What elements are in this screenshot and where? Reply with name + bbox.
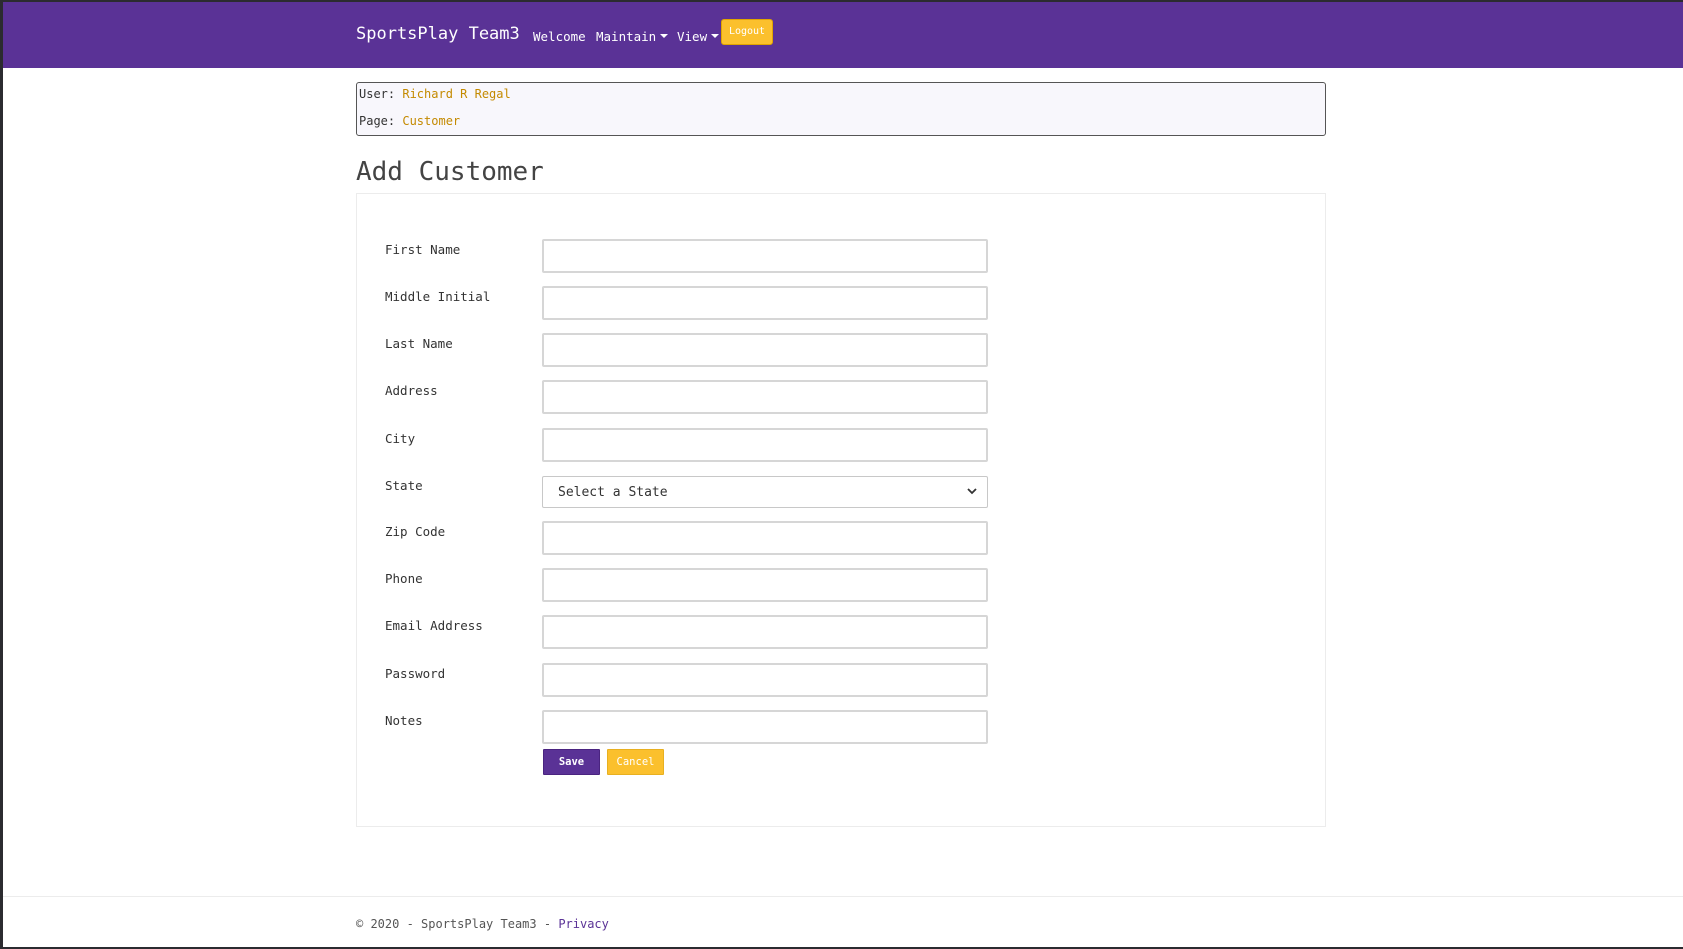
user-value: Richard R Regal	[402, 87, 511, 101]
footer: © 2020 - SportsPlay Team3 - Privacy	[356, 917, 609, 931]
app-window: SportsPlay Team3 Welcome Maintain View L…	[3, 2, 1683, 947]
footer-divider	[3, 896, 1683, 897]
last-name-label: Last Name	[385, 336, 453, 351]
cancel-button[interactable]: Cancel	[607, 749, 664, 775]
notes-label: Notes	[385, 713, 423, 728]
footer-copyright: © 2020 - SportsPlay Team3 -	[356, 917, 552, 931]
address-label: Address	[385, 383, 438, 398]
state-label: State	[385, 478, 423, 493]
password-input[interactable]	[542, 663, 988, 697]
logout-button[interactable]: Logout	[721, 19, 773, 45]
privacy-link[interactable]: Privacy	[558, 917, 609, 931]
nav-maintain-dropdown[interactable]: Maintain	[596, 29, 669, 44]
nav-maintain-label: Maintain	[596, 29, 657, 44]
chevron-down-icon	[967, 488, 977, 495]
middle-initial-input[interactable]	[542, 286, 988, 320]
session-info-box: User: Richard R Regal Page: Customer	[356, 82, 1326, 136]
state-select-value: Select a State	[558, 485, 668, 500]
zip-code-label: Zip Code	[385, 524, 446, 539]
first-name-label: First Name	[385, 242, 461, 257]
address-input[interactable]	[542, 380, 988, 414]
page-title: Add Customer	[356, 157, 544, 187]
password-label: Password	[385, 666, 446, 681]
caret-down-icon	[711, 33, 720, 38]
middle-initial-label: Middle Initial	[385, 289, 491, 304]
nav-view-dropdown[interactable]: View	[677, 29, 720, 44]
save-button[interactable]: Save	[543, 749, 600, 775]
user-info-row: User: Richard R Regal	[359, 87, 511, 101]
nav-view-label: View	[677, 29, 708, 44]
zip-code-input[interactable]	[542, 521, 988, 555]
first-name-input[interactable]	[542, 239, 988, 273]
phone-label: Phone	[385, 571, 423, 586]
user-label: User:	[359, 87, 396, 101]
page-info-row: Page: Customer	[359, 114, 460, 128]
phone-input[interactable]	[542, 568, 988, 602]
caret-down-icon	[660, 33, 669, 38]
email-address-label: Email Address	[385, 618, 483, 633]
city-label: City	[385, 431, 416, 446]
last-name-input[interactable]	[542, 333, 988, 367]
page-label: Page:	[359, 114, 396, 128]
city-input[interactable]	[542, 428, 988, 462]
brand-link[interactable]: SportsPlay Team3	[356, 24, 520, 44]
nav-welcome[interactable]: Welcome	[533, 29, 586, 44]
page-value: Customer	[402, 114, 461, 128]
notes-input[interactable]	[542, 710, 988, 744]
state-select[interactable]: Select a State	[542, 476, 988, 508]
email-address-input[interactable]	[542, 615, 988, 649]
top-navbar: SportsPlay Team3 Welcome Maintain View L…	[3, 2, 1683, 68]
